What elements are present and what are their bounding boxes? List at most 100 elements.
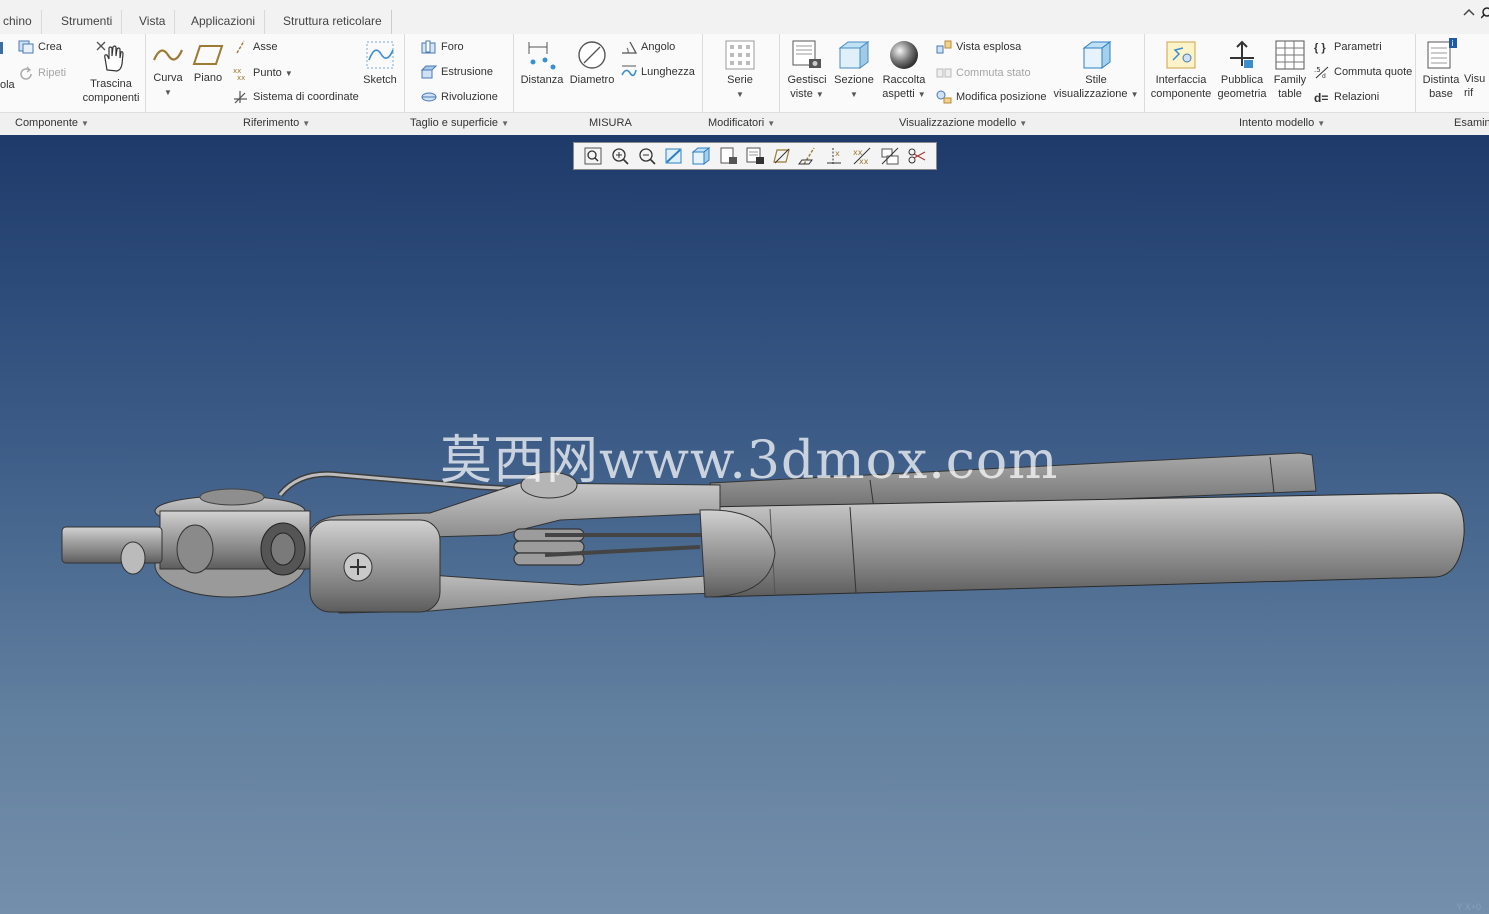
modifica-posizione-button[interactable]: Modifica posizione [936, 89, 1047, 105]
angolo-label: Angolo [641, 41, 676, 53]
raccolta-label-2: aspetti [882, 88, 915, 100]
trascina-label-1: Trascina [90, 78, 132, 90]
vista-esplosa-label: Vista esplosa [956, 41, 1022, 53]
family-table-button[interactable]: Family table [1270, 40, 1310, 101]
trascina-componenti-button[interactable]: Trascina componenti [80, 40, 142, 105]
relazioni-button[interactable]: d= Relazioni [1314, 89, 1379, 105]
group-esamina[interactable]: Esamin [1454, 117, 1489, 129]
axis-icon [236, 40, 245, 54]
commuta-quote-button[interactable]: .5 d Commuta quote [1314, 64, 1412, 80]
svg-text:xx: xx [237, 74, 245, 80]
publish-geometry-icon [1230, 40, 1254, 68]
sketch-label: Sketch [363, 74, 397, 86]
parametri-button[interactable]: { } Parametri [1314, 39, 1382, 55]
pubblica-label-1: Pubblica [1220, 74, 1264, 86]
rivoluzione-button[interactable]: Rivoluzione [421, 89, 498, 105]
tab-vista[interactable]: Vista [130, 10, 176, 34]
estrusione-button[interactable]: Estrusione [421, 64, 493, 80]
component-interface-icon [1166, 41, 1196, 69]
svg-text:.5: .5 [1314, 66, 1321, 74]
distanza-label: Distanza [520, 74, 564, 86]
parameters-icon: { } [1314, 42, 1326, 55]
stile-visualizzazione-button[interactable]: Stile visualizzazione ▼ [1052, 40, 1140, 102]
group-modificatori[interactable]: Modificatori ▼ [708, 117, 775, 129]
coordinate-indicator: Y X+0 [1456, 902, 1481, 912]
angolo-button[interactable]: Angolo [621, 39, 675, 55]
family-table-icon [1275, 40, 1305, 70]
gestisci-viste-button[interactable]: Gestisci viste ▼ [784, 40, 830, 102]
commuta-stato-button[interactable]: Commuta stato [936, 65, 1031, 81]
pliers-3d-model[interactable] [0, 135, 1489, 914]
foro-button[interactable]: Foro [421, 39, 464, 55]
family-label-2: table [1278, 88, 1302, 100]
distanza-button[interactable]: Distanza [518, 40, 566, 87]
switch-dimensions-icon: .5d [1314, 66, 1329, 79]
estrusione-label: Estrusione [441, 66, 493, 78]
stile-dropdown-icon: ▼ [1130, 90, 1139, 99]
pattern-icon [725, 40, 755, 70]
group-riferimento[interactable]: Riferimento ▼ [243, 117, 310, 129]
curva-button[interactable]: Curva ▼ [151, 42, 185, 100]
tab-applicazioni[interactable]: Applicazioni [182, 10, 266, 34]
svg-text:i: i [1452, 39, 1454, 48]
interfaccia-label-2: componente [1150, 88, 1212, 100]
sezione-dropdown-icon: ▼ [850, 90, 858, 99]
punto-button[interactable]: xx xx Punto ▼ [233, 65, 293, 81]
manage-views-icon [792, 40, 821, 68]
punto-dropdown-icon: ▼ [284, 69, 293, 78]
family-label-1: Family [1273, 74, 1307, 86]
diametro-button[interactable]: Diametro [568, 40, 616, 87]
group-componente[interactable]: Componente ▼ [15, 117, 89, 129]
tab-macchino[interactable]: chino [0, 10, 42, 34]
ripeti-button[interactable]: Ripeti [18, 65, 66, 81]
asse-button[interactable]: Asse [233, 39, 277, 55]
piano-button[interactable]: Piano [191, 42, 225, 85]
asse-label: Asse [253, 41, 278, 53]
hole-icon [421, 40, 436, 54]
group-intento-modello[interactable]: Intento modello ▼ [1239, 117, 1325, 129]
distinta-base-button[interactable]: i Distinta base [1420, 38, 1462, 101]
search-icon[interactable] [1480, 7, 1489, 22]
foro-label: Foro [441, 41, 464, 53]
gestisci-dropdown-icon: ▼ [815, 90, 824, 99]
crea-button[interactable]: Crea [18, 39, 62, 55]
group-visualizzazione-modello[interactable]: Visualizzazione modello ▼ [899, 117, 1027, 129]
sketch-button[interactable]: Sketch [361, 40, 399, 87]
plane-icon [192, 45, 224, 65]
raccolta-dropdown-icon: ▼ [917, 90, 926, 99]
tab-strumenti[interactable]: Strumenti [52, 10, 123, 34]
lunghezza-button[interactable]: Lunghezza [621, 64, 695, 80]
commuta-stato-label: Commuta stato [956, 67, 1031, 79]
section-icon [838, 41, 870, 69]
sezione-button[interactable]: Sezione ▼ [832, 40, 876, 102]
group-taglio-superficie[interactable]: Taglio e superficie ▼ [410, 117, 509, 129]
point-icon: xxxx [233, 67, 245, 80]
watermark-text: 莫西网www.3dmox.com [440, 431, 1059, 491]
rivoluzione-label: Rivoluzione [441, 91, 498, 103]
vista-esplosa-button[interactable]: Vista esplosa [936, 39, 1021, 55]
visualizza-riferimenti-button[interactable]: Visu rif [1464, 58, 1489, 100]
raccolta-aspetti-button[interactable]: Raccolta aspetti ▼ [878, 40, 930, 102]
graphics-viewport[interactable]: x xx xx 莫西网www.3dmox.com Y X+0 [0, 135, 1489, 914]
serie-dropdown-icon: ▼ [736, 90, 744, 99]
svg-text:d: d [1322, 73, 1326, 79]
pubblica-geometria-button[interactable]: Pubblica geometria [1214, 40, 1270, 101]
serie-button[interactable]: Serie ▼ [718, 40, 762, 102]
stile-label-2: visualizzazione [1053, 88, 1128, 100]
curva-dropdown-icon: ▼ [164, 88, 172, 97]
ola-button[interactable]: ola [0, 77, 15, 93]
pubblica-label-2: geometria [1217, 88, 1267, 100]
collapse-ribbon-icon[interactable] [1463, 7, 1475, 21]
gestisci-label-2: viste [790, 88, 813, 100]
appearance-gallery-icon [890, 41, 918, 69]
interfaccia-componente-button[interactable]: Interfaccia componente [1150, 40, 1212, 101]
relazioni-label: Relazioni [1334, 91, 1380, 103]
sistema-coordinate-button[interactable]: Sistema di coordinate [233, 89, 359, 105]
toggle-state-icon [936, 68, 952, 78]
component-partial-icon[interactable] [0, 42, 3, 58]
repeat-icon [20, 66, 32, 80]
piano-label: Piano [193, 72, 223, 84]
gestisci-label-1: Gestisci [787, 74, 827, 86]
lunghezza-label: Lunghezza [641, 66, 695, 78]
tab-struttura-reticolare[interactable]: Struttura reticolare [274, 10, 392, 34]
